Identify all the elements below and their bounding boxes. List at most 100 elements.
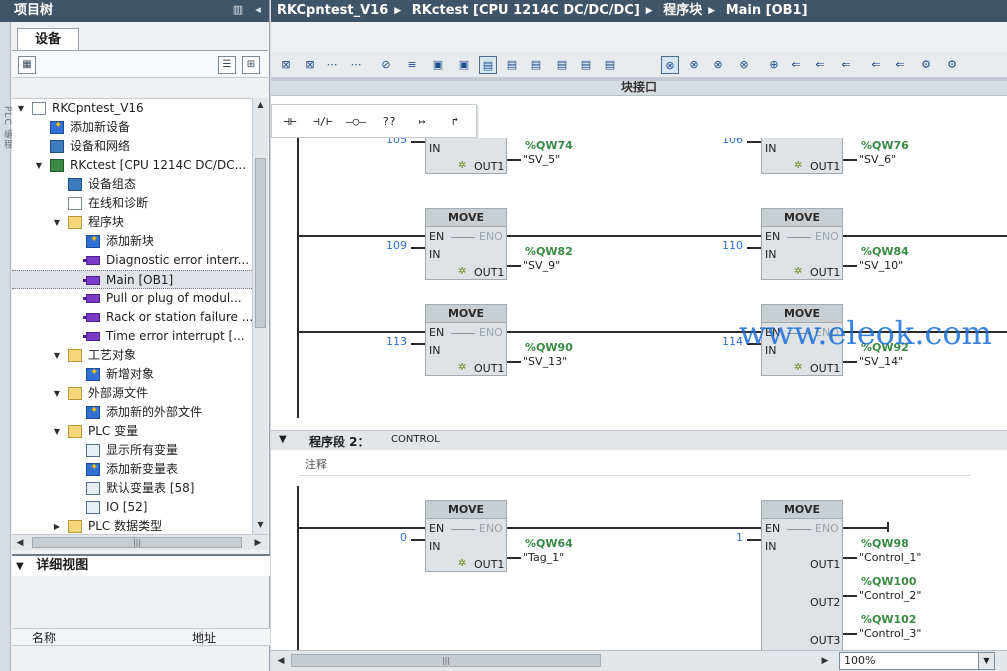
tree-node[interactable]: 添加新的外部文件 — [12, 403, 252, 422]
move-block[interactable]: MOVE EN ENO IN OUT1 ✲ — [425, 304, 507, 376]
network-2-header[interactable]: ▼ 程序段 2： CONTROL — [271, 430, 1007, 450]
tree-node[interactable]: Pull or plug of modul... — [12, 289, 252, 308]
move-block[interactable]: MOVE EN ENO IN OUT1 ✲ — [761, 208, 843, 280]
append-row-icon[interactable]: ⋯ — [347, 56, 365, 74]
breadcrumb-program-blocks[interactable]: 程序块 — [663, 3, 702, 18]
breadcrumb-project[interactable]: RKCpntest_V16 — [277, 3, 388, 18]
tree-node[interactable]: 添加新块 — [12, 232, 252, 251]
comments-icon[interactable]: ▤ — [479, 56, 497, 74]
download-icon[interactable]: ⚙ — [943, 56, 961, 74]
delete-network-icon[interactable]: ⊠ — [301, 56, 319, 74]
tree-node[interactable]: ▼ 工艺对象 — [12, 346, 252, 365]
block-interface-bar[interactable]: 块接口 — [271, 78, 1007, 96]
previous-network-icon[interactable]: ⇐ — [811, 56, 829, 74]
expanded-arrow-icon[interactable]: ▼ — [34, 156, 44, 175]
expand-all-icon[interactable]: ▤ — [503, 56, 521, 74]
detail-view-header[interactable]: ▼ 详细视图 — [12, 554, 270, 576]
monitor-icon[interactable]: ⊗ — [709, 56, 727, 74]
tree-node[interactable]: ▼ RKctest [CPU 1214C DC/DC... — [12, 156, 252, 175]
tree-node[interactable]: Rack or station failure ... — [12, 308, 252, 327]
last-network-icon[interactable]: ⇐ — [867, 56, 885, 74]
scroll-right-icon[interactable]: ▶ — [817, 653, 833, 669]
tree-node[interactable]: ▼ PLC 变量 — [12, 422, 252, 441]
collapse-panel-icon[interactable]: ◂ — [251, 3, 265, 17]
side-task-strip[interactable]: PLC 编程 — [0, 22, 12, 671]
collapse-arrow-icon[interactable]: ▼ — [279, 434, 287, 445]
move-block[interactable]: ENENOINOUT1✲ — [425, 138, 507, 174]
open-branch-icon[interactable]: ⊘ — [377, 56, 395, 74]
expanded-arrow-icon[interactable]: ▼ — [52, 422, 62, 441]
add-icon[interactable]: ⊞ — [242, 56, 260, 74]
horizontal-scroll-thumb[interactable]: ||| — [291, 654, 601, 667]
empty-box-icon[interactable]: ▤ — [577, 56, 595, 74]
expanded-arrow-icon[interactable]: ▼ — [52, 384, 62, 403]
scroll-right-icon[interactable]: ▶ — [250, 535, 266, 551]
symbol-view-icon[interactable]: ▣ — [429, 56, 447, 74]
expanded-arrow-icon[interactable]: ▼ — [16, 99, 26, 118]
tree-node[interactable]: 添加新变量表 — [12, 460, 252, 479]
tree-node[interactable]: Time error interrupt [... — [12, 327, 252, 346]
expanded-arrow-icon[interactable]: ▼ — [52, 213, 62, 232]
column-name[interactable]: 名称 — [32, 629, 56, 647]
close-branch-button[interactable]: ↱ — [441, 112, 469, 132]
tree-node[interactable]: 添加新设备 — [12, 118, 252, 137]
first-network-icon[interactable]: ⇐ — [787, 56, 805, 74]
tree-vertical-scrollbar[interactable]: ▲ ▼ — [252, 98, 268, 534]
empty-box-button[interactable]: ?? — [375, 112, 403, 132]
pin-panel-icon[interactable]: ▥ — [231, 3, 245, 17]
scroll-left-icon[interactable]: ◀ — [273, 653, 289, 669]
scroll-down-icon[interactable]: ▼ — [253, 518, 268, 532]
overview-icon[interactable]: ☰ — [218, 56, 236, 74]
network-comment-field[interactable]: 注释 — [299, 454, 971, 476]
next-network-icon[interactable]: ⇐ — [837, 56, 855, 74]
favorites-icon[interactable]: ▤ — [553, 56, 571, 74]
tree-node[interactable]: ▶ PLC 数据类型 — [12, 517, 252, 534]
normally-open-contact-button[interactable]: ⊣⊢ — [276, 112, 304, 132]
collapsed-arrow-icon[interactable]: ▶ — [52, 517, 62, 534]
go-offline-icon[interactable]: ⊗ — [685, 56, 703, 74]
tree-node[interactable]: ▼ 程序块 — [12, 213, 252, 232]
insert-network-icon[interactable]: ⊠ — [277, 56, 295, 74]
tree-node[interactable]: ▼ 外部源文件 — [12, 384, 252, 403]
tree-node[interactable]: 在线和诊断 — [12, 194, 252, 213]
normally-closed-contact-button[interactable]: ⊣/⊢ — [309, 112, 337, 132]
tree-horizontal-scrollbar[interactable]: ◀ ||| ▶ — [12, 534, 268, 550]
ladder-editor-canvas[interactable]: ENENOINOUT1✲105%QW74"SV_5"ENENOINOUT1✲10… — [271, 138, 1007, 650]
open-branch-button[interactable]: ↦ — [408, 112, 436, 132]
output-coil-button[interactable]: –○– — [342, 112, 370, 132]
go-online-icon[interactable]: ⊗ — [661, 56, 679, 74]
symbolic-address-icon[interactable]: ▣ — [455, 56, 473, 74]
navigate-icon[interactable]: ⇐ — [891, 56, 909, 74]
tab-devices[interactable]: 设备 — [17, 28, 79, 50]
tree-node[interactable]: 设备组态 — [12, 175, 252, 194]
breadcrumb-device[interactable]: RKctest [CPU 1214C DC/DC/DC] — [412, 3, 640, 18]
insert-row-icon[interactable]: ⋯ — [323, 56, 341, 74]
force-icon[interactable]: ⊗ — [735, 56, 753, 74]
tree-node[interactable]: ▼ RKCpntest_V16 — [12, 99, 252, 118]
collapse-all-icon[interactable]: ▤ — [527, 56, 545, 74]
scroll-up-icon[interactable]: ▲ — [253, 98, 268, 112]
move-block[interactable]: ENENOINOUT1✲ — [761, 138, 843, 174]
zoom-select[interactable]: 100% ▼ — [839, 652, 995, 670]
settings-icon[interactable]: ⚙ — [917, 56, 935, 74]
tree-node[interactable]: 默认变量表 [58] — [12, 479, 252, 498]
move-block[interactable]: MOVE EN ENO IN OUT1 ✲ — [425, 500, 507, 572]
scroll-left-icon[interactable]: ◀ — [12, 535, 28, 551]
network-view-icon[interactable]: ▦ — [18, 56, 36, 74]
jump-icon[interactable]: ▤ — [601, 56, 619, 74]
move-block[interactable]: MOVE EN ENO IN OUT1 OUT2 OUT3 — [761, 500, 843, 650]
expanded-arrow-icon[interactable]: ▼ — [52, 346, 62, 365]
tree-node[interactable]: IO [52] — [12, 498, 252, 517]
tree-node[interactable]: 新增对象 — [12, 365, 252, 384]
collapse-arrow-icon[interactable]: ▼ — [16, 561, 24, 572]
modify-icon[interactable]: ⊕ — [765, 56, 783, 74]
column-address[interactable]: 地址 — [192, 629, 216, 647]
tree-node[interactable]: Main [OB1] — [12, 270, 252, 289]
tree-node[interactable]: 设备和网络 — [12, 137, 252, 156]
tree-node[interactable]: Diagnostic error interr... — [12, 251, 252, 270]
tree-node[interactable]: 显示所有变量 — [12, 441, 252, 460]
scroll-thumb[interactable] — [255, 158, 266, 328]
scroll-thumb[interactable]: ||| — [32, 537, 242, 548]
chevron-down-icon[interactable]: ▼ — [978, 653, 994, 669]
absolute-address-icon[interactable]: ≡ — [403, 56, 421, 74]
